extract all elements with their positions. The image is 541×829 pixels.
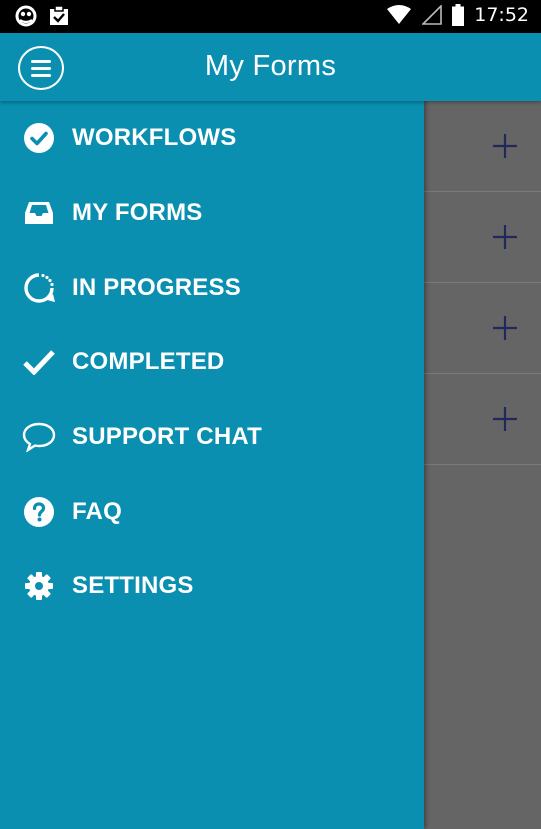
checkmark-icon <box>22 345 56 379</box>
question-circle-icon <box>22 495 56 529</box>
wifi-icon <box>387 5 412 24</box>
list-row[interactable] <box>424 101 541 192</box>
page-title: My Forms <box>204 50 337 82</box>
cell-signal-icon <box>422 5 443 25</box>
nav-item-label: MY FORMS <box>72 199 203 227</box>
plus-icon[interactable] <box>491 132 519 160</box>
gear-icon <box>22 569 56 603</box>
progress-icon <box>22 271 56 305</box>
list-row[interactable] <box>424 192 541 283</box>
nav-item-label: SUPPORT CHAT <box>72 423 262 451</box>
nav-item-label: COMPLETED <box>72 348 225 376</box>
nav-item-faq[interactable]: FAQ <box>0 474 424 549</box>
nav-item-label: SETTINGS <box>72 572 194 600</box>
nav-item-in-progress[interactable]: IN PROGRESS <box>0 250 424 325</box>
nav-item-settings[interactable]: SETTINGS <box>0 549 424 624</box>
inbox-icon <box>22 196 56 230</box>
nav-item-support-chat[interactable]: SUPPORT CHAT <box>0 400 424 475</box>
app-bar: My Forms <box>0 33 541 101</box>
battery-icon <box>452 4 465 26</box>
plus-icon[interactable] <box>491 223 519 251</box>
nav-list: WORKFLOWS MY FORMS IN PROGRESS COMPLETED… <box>0 101 424 624</box>
nav-item-completed[interactable]: COMPLETED <box>0 325 424 400</box>
nav-item-label: WORKFLOWS <box>72 124 237 152</box>
clipboard-check-icon <box>50 5 68 25</box>
list-row[interactable] <box>424 374 541 465</box>
check-circle-icon <box>22 121 56 155</box>
chat-bubble-icon <box>22 420 56 454</box>
plus-icon[interactable] <box>491 405 519 433</box>
nav-item-workflows[interactable]: WORKFLOWS <box>0 101 424 176</box>
nav-item-my-forms[interactable]: MY FORMS <box>0 176 424 251</box>
plus-icon[interactable] <box>491 314 519 342</box>
notification-app-icon <box>15 5 37 27</box>
nav-item-label: IN PROGRESS <box>72 273 241 301</box>
nav-item-label: FAQ <box>72 497 122 525</box>
status-time: 17:52 <box>474 4 529 26</box>
status-bar: 17:52 <box>0 0 541 33</box>
list-row[interactable] <box>424 283 541 374</box>
